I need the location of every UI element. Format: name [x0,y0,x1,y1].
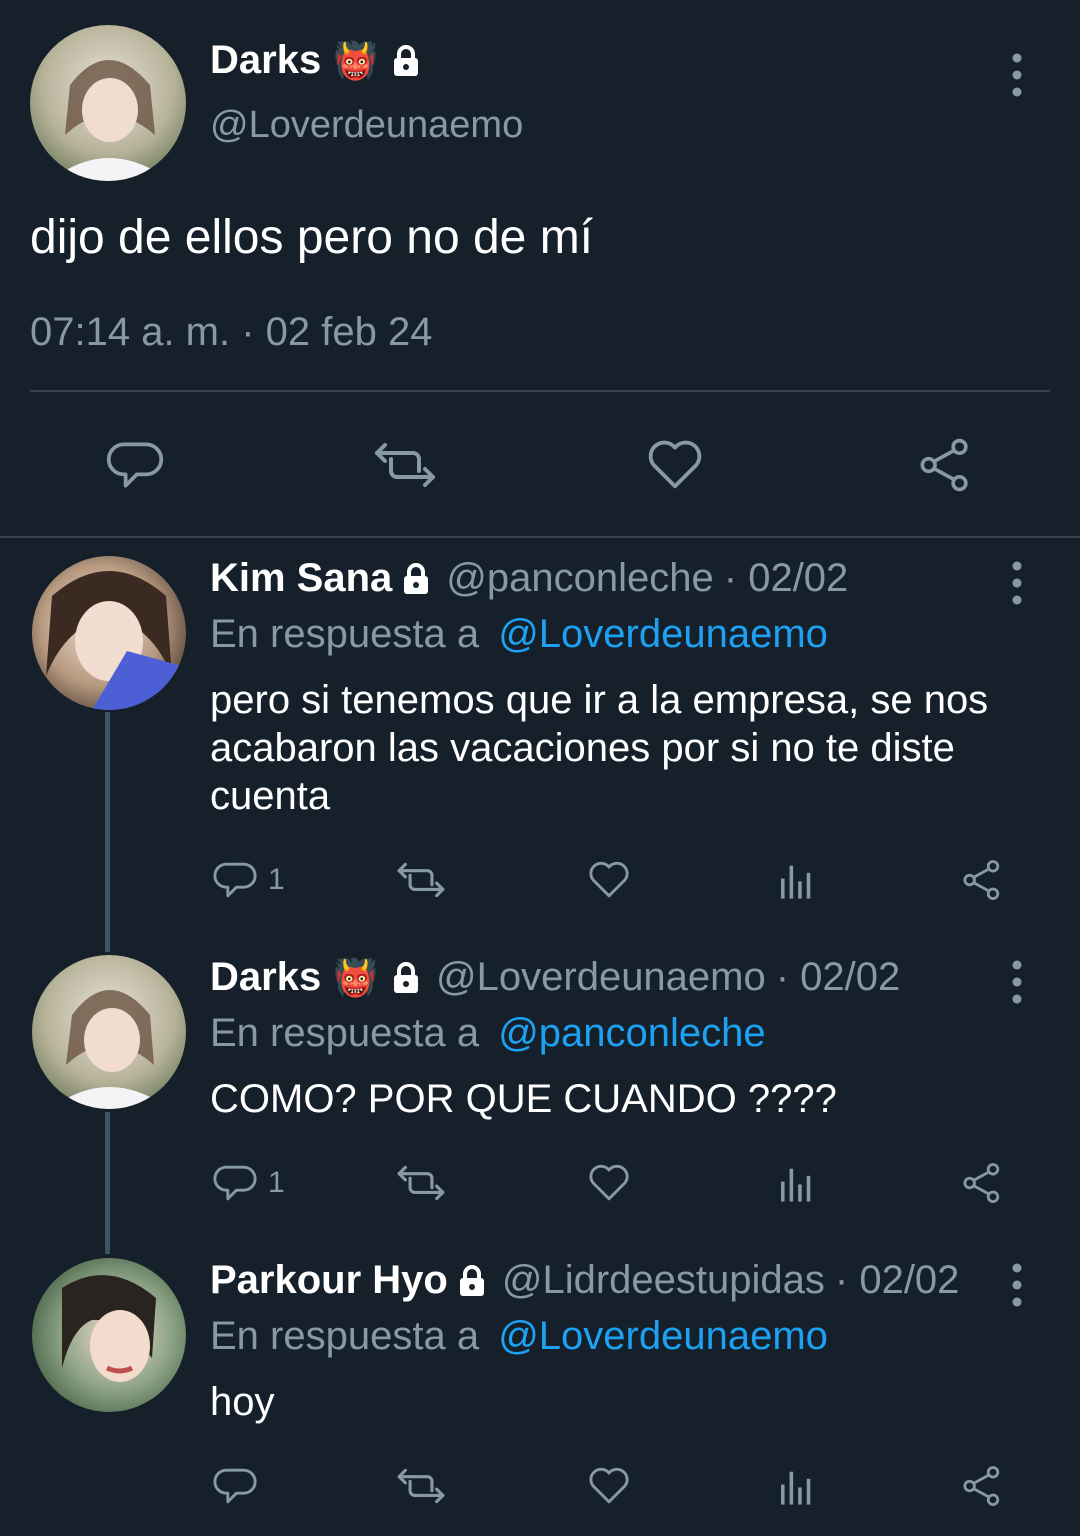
reply-actions: 1 [200,1153,1040,1213]
reply-tweet[interactable]: Kim Sana @panconleche · 02/02 En respues… [0,556,1080,916]
author-name[interactable]: Darks [210,38,321,83]
share-button[interactable] [960,1456,1004,1516]
reply-text: pero si tenemos que ir a la empresa, se … [210,678,989,818]
lock-icon [457,1264,486,1298]
avatar[interactable] [30,25,186,181]
lock-icon [392,961,421,995]
reply-to-link[interactable]: @panconleche [498,1011,765,1055]
reply-tweet[interactable]: Darks 👹 @Loverdeunaemo · 02/02 En respue… [0,955,1080,1225]
avatar[interactable] [32,556,186,710]
reply-date: · 02/02 [723,556,849,600]
like-button[interactable] [586,1153,632,1213]
like-icon [589,861,629,898]
avatar[interactable] [32,955,186,1109]
reply-context: En respuesta a @Loverdeunaemo [210,612,828,657]
like-icon [648,440,702,489]
avatar[interactable] [32,1258,186,1412]
stats-icon [781,1168,811,1202]
lock-icon [392,44,421,78]
more-options-icon[interactable] [1002,50,1032,100]
stats-button[interactable] [776,850,816,910]
author-name[interactable]: Parkour Hyo [210,1258,448,1303]
like-button[interactable] [586,850,632,910]
devil-emoji: 👹 [333,39,379,81]
devil-emoji: 👹 [333,956,379,998]
more-options-icon[interactable] [1002,957,1032,1007]
section-divider [0,536,1080,538]
reply-prefix: En respuesta a [210,612,480,656]
reply-header: Kim Sana @panconleche · 02/02 [210,556,848,601]
retweet-button[interactable] [396,1456,446,1516]
stats-icon [781,865,811,899]
share-icon [963,1163,1000,1203]
share-button[interactable] [960,850,1004,910]
reply-actions: 1 [200,850,1040,910]
share-icon [963,860,1000,900]
author-name[interactable]: Darks [210,955,321,1000]
author-handle[interactable]: @Loverdeunaemo [436,955,766,1000]
share-button[interactable] [910,430,980,500]
main-tweet: Darks 👹 @Loverdeunaemo dijo de ellos per… [0,0,1080,536]
reply-button[interactable] [100,430,170,500]
reply-context: En respuesta a @panconleche [210,1011,766,1056]
author-handle[interactable]: @Loverdeunaemo [210,104,523,147]
author-name[interactable]: Kim Sana [210,556,392,601]
tweet-actions [0,430,1080,500]
lock-icon [402,562,431,596]
like-icon [589,1467,629,1504]
like-button[interactable] [640,430,710,500]
retweet-button[interactable] [396,850,446,910]
reply-date: · 02/02 [834,1258,960,1302]
reply-prefix: En respuesta a [210,1011,480,1055]
retweet-icon [397,862,445,898]
retweet-button[interactable] [396,1153,446,1213]
reply-to-link[interactable]: @Loverdeunaemo [498,1314,828,1358]
stats-button[interactable] [776,1153,816,1213]
reply-text: COMO? POR QUE CUANDO ???? [210,1077,837,1121]
reply-button[interactable] [212,1456,258,1516]
retweet-icon [375,443,435,487]
author-handle[interactable]: @panconleche [446,556,713,601]
author-handle[interactable]: @Lidrdeestupidas [502,1258,825,1303]
reply-tweet[interactable]: Parkour Hyo @Lidrdeestupidas · 02/02 En … [0,1258,1080,1528]
tweet-timestamp[interactable]: 07:14 a. m. · 02 feb 24 [30,310,432,355]
stats-icon [781,1471,811,1505]
reply-button[interactable]: 1 [212,1153,285,1213]
share-icon [963,1466,1000,1506]
more-options-icon[interactable] [1002,1260,1032,1310]
reply-to-link[interactable]: @Loverdeunaemo [498,612,828,656]
reply-icon [213,1468,257,1504]
reply-header: Parkour Hyo @Lidrdeestupidas · 02/02 [210,1258,959,1303]
like-icon [589,1164,629,1201]
reply-count: 1 [268,863,285,896]
like-button[interactable] [586,1456,632,1516]
reply-icon [106,442,164,488]
stats-button[interactable] [776,1456,816,1516]
reply-icon [213,862,257,898]
divider [30,390,1050,392]
reply-date: · 02/02 [775,955,901,999]
share-icon [920,438,968,492]
reply-text: hoy [210,1380,275,1424]
share-button[interactable] [960,1153,1004,1213]
reply-button[interactable]: 1 [212,850,285,910]
author-name-row[interactable]: Darks 👹 [210,38,422,83]
retweet-icon [397,1165,445,1201]
reply-header: Darks 👹 @Loverdeunaemo · 02/02 [210,955,900,1000]
reply-actions [200,1456,1040,1516]
reply-context: En respuesta a @Loverdeunaemo [210,1314,828,1359]
retweet-icon [397,1468,445,1504]
retweet-button[interactable] [370,430,440,500]
tweet-text: dijo de ellos pero no de mí [30,211,594,264]
reply-count: 1 [268,1166,285,1199]
more-options-icon[interactable] [1002,558,1032,608]
reply-prefix: En respuesta a [210,1314,480,1358]
reply-icon [213,1165,257,1201]
